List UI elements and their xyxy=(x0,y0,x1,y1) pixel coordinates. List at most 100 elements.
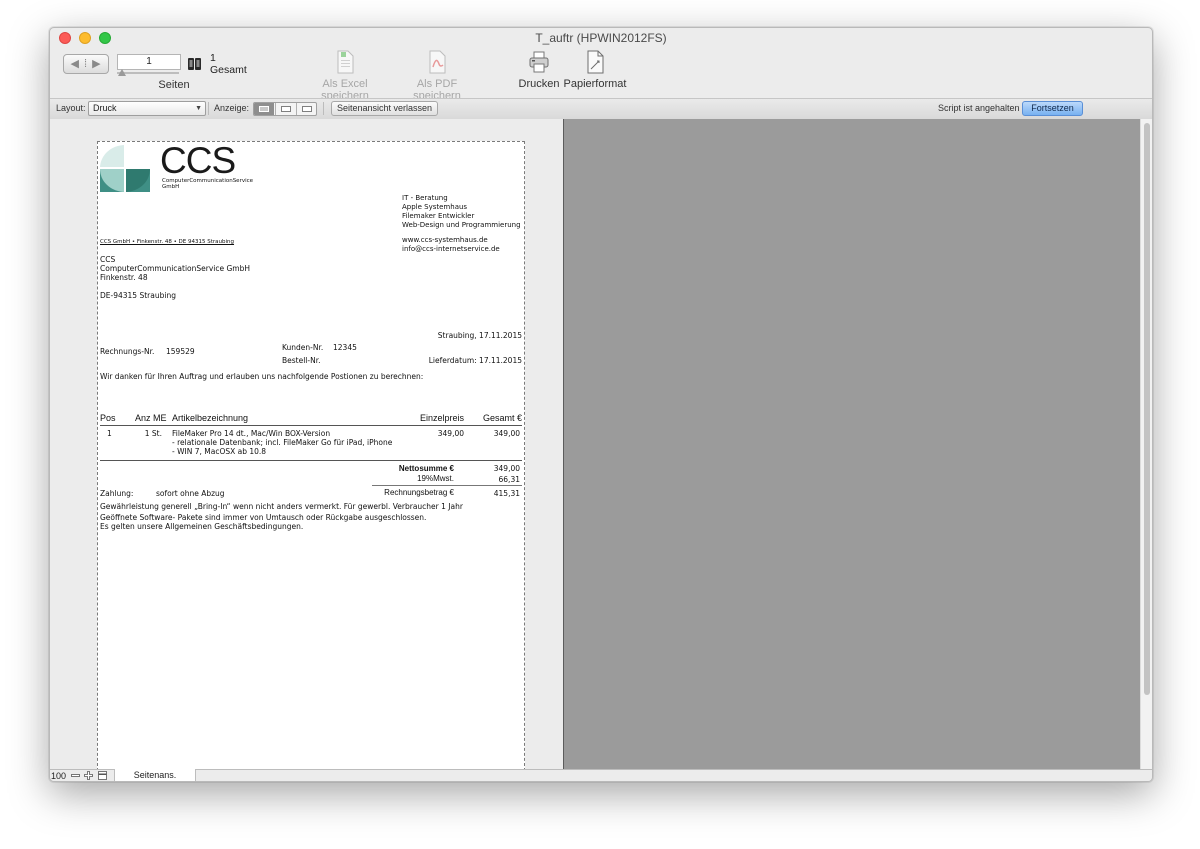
toggle-toolbar-icon[interactable] xyxy=(98,771,107,780)
list-view-icon xyxy=(281,106,291,112)
mode-label: Seitenans. xyxy=(133,770,177,780)
place-date: Straubing, 17.11.2015 xyxy=(437,331,522,340)
table-view-icon xyxy=(302,106,312,112)
order-number-label: Bestell-Nr. xyxy=(282,356,321,365)
book-navigation-button[interactable]: ◀ ⁞ ▶ xyxy=(63,54,109,74)
book-nav-arrows-icon: ◀ ⁞ ▶ xyxy=(70,58,102,70)
customer-number-label: Kunden-Nr. xyxy=(282,343,324,352)
vat-label: 19%Mwst. xyxy=(417,474,454,483)
column-header-unit-price: Einzelpreis xyxy=(419,413,464,423)
zoom-window-button[interactable] xyxy=(99,32,111,44)
printer-icon xyxy=(529,51,549,73)
minimize-window-button[interactable] xyxy=(79,32,91,44)
intro-text: Wir danken für Ihren Auftrag und erlaube… xyxy=(100,372,424,381)
company-logo-subtitle-2: GmbH xyxy=(162,184,180,190)
net-total-label: Nettosumme € xyxy=(398,464,454,473)
divider xyxy=(208,102,209,115)
print-button[interactable]: Drucken xyxy=(516,50,562,90)
page-number-value: 1 xyxy=(146,56,152,67)
payment-terms: sofort ohne Abzug xyxy=(156,489,225,498)
service-line: IT - Beratung xyxy=(402,194,448,202)
page-setup-button[interactable]: Papierformat xyxy=(562,50,628,90)
format-bar: Layout: Druck ▼ Anzeige: Seitenansicht v… xyxy=(50,98,1152,120)
customer-number: 12345 xyxy=(333,343,357,352)
vat-value: 66,31 xyxy=(498,475,520,484)
page-slider-knob[interactable] xyxy=(118,69,126,76)
payment-label: Zahlung: xyxy=(100,489,134,498)
exit-preview-button[interactable]: Seitenansicht verlassen xyxy=(331,101,438,116)
item-description: FileMaker Pro 14 dt., Mac/Win BOX-Versio… xyxy=(172,429,392,456)
script-status-text: Script ist angehalten xyxy=(938,103,1020,113)
item-description-line: FileMaker Pro 14 dt., Mac/Win BOX-Versio… xyxy=(172,429,331,438)
page-slider[interactable] xyxy=(117,72,179,74)
preview-area: CCS ComputerCommunicationService GmbH IT… xyxy=(50,119,1152,781)
page-number-input[interactable]: 1 xyxy=(117,54,181,70)
continue-script-button[interactable]: Fortsetzen xyxy=(1022,101,1083,116)
table-header-line xyxy=(100,425,522,426)
page-setup-label: Papierformat xyxy=(563,78,627,90)
book-icon xyxy=(188,58,201,70)
item-total: 349,00 xyxy=(493,429,520,438)
layout-label: Layout: xyxy=(56,103,86,113)
mode-indicator[interactable]: Seitenans. xyxy=(114,769,196,781)
address-line xyxy=(100,282,250,291)
view-as-form-button[interactable] xyxy=(254,103,274,115)
vertical-scrollbar[interactable] xyxy=(1140,119,1152,769)
footer-line: Geöffnete Software- Pakete sind immer vo… xyxy=(100,513,427,522)
recipient-address: CCS ComputerCommunicationService GmbH Fi… xyxy=(100,255,250,300)
view-as-list-button[interactable] xyxy=(275,103,295,115)
divider xyxy=(323,102,324,115)
chevron-down-icon: ▼ xyxy=(195,105,202,112)
sender-line: CCS GmbH • Finkenstr. 48 • DE 94315 Stra… xyxy=(100,239,235,245)
column-header-qty: Anz ME xyxy=(135,413,167,423)
app-window: T_auftr (HPWIN2012FS) ◀ ⁞ ▶ 1 Seiten 1 G… xyxy=(49,27,1153,782)
scrollbar-thumb[interactable] xyxy=(1144,123,1150,695)
item-description-line: - relationale Datenbank; incl. FileMaker… xyxy=(172,438,393,447)
layout-select-value: Druck xyxy=(93,103,117,113)
item-qty: 1 St. xyxy=(144,429,162,438)
zoom-in-icon[interactable] xyxy=(84,771,93,780)
page-preview-pane: CCS ComputerCommunicationService GmbH IT… xyxy=(50,119,563,781)
item-pos: 1 xyxy=(107,429,112,438)
invoice-total-value: 415,31 xyxy=(493,489,520,498)
print-label: Drucken xyxy=(518,78,560,90)
pdf-document-icon xyxy=(429,50,446,74)
services-block: IT - Beratung Apple Systemhaus Filemaker… xyxy=(402,194,521,230)
invoice-number: 159529 xyxy=(166,347,195,356)
address-line: CCS xyxy=(100,255,116,264)
invoice-total-label: Rechnungsbetrag € xyxy=(384,488,454,497)
item-description-line: - WIN 7, MacOSX ab 10.8 xyxy=(172,447,267,456)
page-total-label: Gesamt xyxy=(210,64,247,76)
page-total: 1 Gesamt xyxy=(210,52,247,76)
company-website: www.ccs-systemhaus.de xyxy=(402,236,488,244)
column-header-article: Artikelbezeichnung xyxy=(172,413,249,423)
view-mode-segmented-control xyxy=(253,102,317,116)
company-logo-text: CCS xyxy=(160,140,236,181)
address-line: DE-94315 Straubing xyxy=(100,291,176,300)
service-line: Filemaker Entwickler xyxy=(402,212,475,220)
footer-notes: Gewährleistung generell „Bring-In“ wenn … xyxy=(100,502,463,531)
status-bar: 100 Seitenans. xyxy=(50,769,1152,781)
view-as-table-button[interactable] xyxy=(296,103,316,115)
delivery-date: Lieferdatum: 17.11.2015 xyxy=(428,356,522,365)
continue-script-label: Fortsetzen xyxy=(1031,103,1074,113)
save-as-pdf-button[interactable]: Als PDF speichern xyxy=(395,50,479,102)
contact-block: www.ccs-systemhaus.de info@ccs-internets… xyxy=(402,236,500,254)
service-line: Web-Design und Programmierung xyxy=(402,221,521,229)
zoom-out-icon[interactable] xyxy=(71,771,80,780)
footer-line: Es gelten unsere Allgemeinen Geschäftsbe… xyxy=(100,522,304,531)
window-title: T_auftr (HPWIN2012FS) xyxy=(535,31,667,45)
toolbar: ◀ ⁞ ▶ 1 Seiten 1 Gesamt Als Excel speich… xyxy=(50,48,1152,102)
footer-line: Gewährleistung generell „Bring-In“ wenn … xyxy=(100,502,463,511)
close-window-button[interactable] xyxy=(59,32,71,44)
pane-divider xyxy=(563,119,564,769)
zoom-level[interactable]: 100 xyxy=(51,770,66,781)
ccs-logo-icon xyxy=(100,145,150,192)
invoice-page: CCS ComputerCommunicationService GmbH IT… xyxy=(97,141,525,781)
save-as-excel-button[interactable]: Als Excel speichern xyxy=(300,50,390,102)
service-line: Apple Systemhaus xyxy=(402,203,468,211)
title-bar: T_auftr (HPWIN2012FS) xyxy=(50,28,1152,48)
layout-select[interactable]: Druck ▼ xyxy=(88,101,206,116)
company-email: info@ccs-internetservice.de xyxy=(402,245,500,253)
net-total-value: 349,00 xyxy=(493,464,520,473)
